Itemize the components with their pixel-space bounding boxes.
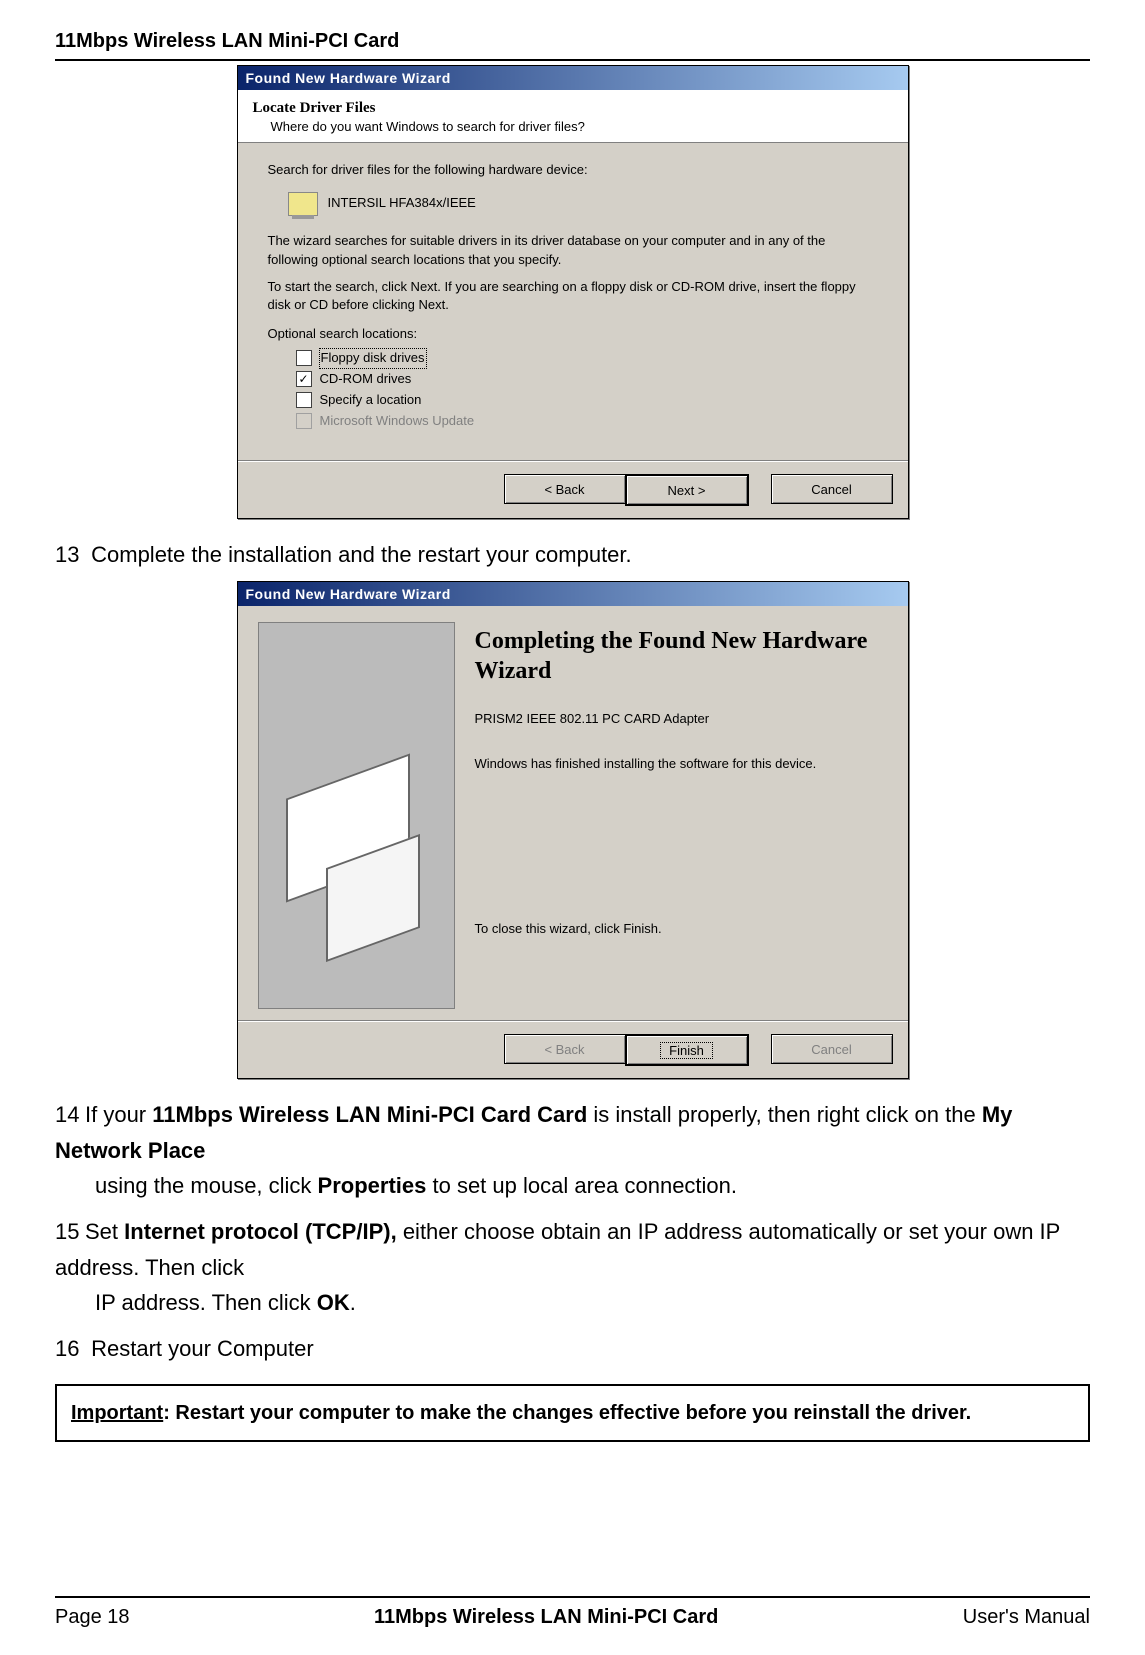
step-number: 15 xyxy=(55,1214,85,1250)
step-text: Restart your Computer xyxy=(91,1336,314,1361)
checkbox-icon xyxy=(296,392,312,408)
step-15: 15Set Internet protocol (TCP/IP), either… xyxy=(55,1214,1090,1321)
footer-divider xyxy=(55,1596,1090,1598)
checkbox-floppy[interactable]: Floppy disk drives xyxy=(296,348,878,369)
step-number: 14 xyxy=(55,1097,85,1133)
step-number: 16 xyxy=(55,1331,85,1367)
step-14: 14If your 11Mbps Wireless LAN Mini-PCI C… xyxy=(55,1097,1090,1204)
footer-doc-type: User's Manual xyxy=(963,1606,1090,1629)
wizard1-window: Found New Hardware Wizard Locate Driver … xyxy=(237,65,909,519)
wizard2-body1: Windows has finished installing the soft… xyxy=(475,756,888,771)
checkbox-label: CD-ROM drives xyxy=(320,370,412,389)
step-16: 16 Restart your Computer xyxy=(55,1331,1090,1367)
wizard2-sidebar-graphic xyxy=(258,622,455,1009)
cancel-button: Cancel xyxy=(771,1034,893,1064)
wizard1-titlebar: Found New Hardware Wizard xyxy=(238,66,908,90)
cancel-button[interactable]: Cancel xyxy=(771,474,893,504)
checkbox-label: Specify a location xyxy=(320,391,422,410)
pci-card-icon xyxy=(288,192,318,216)
checkbox-icon: ✓ xyxy=(296,371,312,387)
callout-underline: Important xyxy=(71,1402,163,1424)
checkbox-label: Floppy disk drives xyxy=(320,349,426,368)
wizard1-body2: The wizard searches for suitable drivers… xyxy=(268,232,878,270)
step-number: 13 xyxy=(55,537,85,573)
finish-button[interactable]: Finish xyxy=(625,1034,749,1066)
checkbox-label: Microsoft Windows Update xyxy=(320,412,475,431)
checkbox-specify[interactable]: Specify a location xyxy=(296,390,878,411)
doc-header-title: 11Mbps Wireless LAN Mini-PCI Card xyxy=(55,30,1090,53)
wizard1-device-row: INTERSIL HFA384x/IEEE xyxy=(288,192,878,216)
checkbox-cdrom[interactable]: ✓ CD-ROM drives xyxy=(296,369,878,390)
step-text: Complete the installation and the restar… xyxy=(91,542,632,567)
wizard1-body1: Search for driver files for the followin… xyxy=(268,161,878,180)
wizard1-body3: To start the search, click Next. If you … xyxy=(268,278,878,316)
step-13: 13 Complete the installation and the res… xyxy=(55,537,1090,573)
next-button[interactable]: Next > xyxy=(625,474,749,506)
wizard1-opt-label: Optional search locations: xyxy=(268,325,878,344)
checkbox-windows-update: Microsoft Windows Update xyxy=(296,411,878,432)
callout-text: : Restart your computer to make the chan… xyxy=(163,1402,971,1424)
checkbox-icon xyxy=(296,350,312,366)
footer-product-name: 11Mbps Wireless LAN Mini-PCI Card xyxy=(374,1606,718,1629)
wizard2-window: Found New Hardware Wizard Completing the… xyxy=(237,581,909,1079)
wizard1-device-name: INTERSIL HFA384x/IEEE xyxy=(328,194,476,213)
back-button: < Back xyxy=(504,1034,626,1064)
important-callout: Important: Restart your computer to make… xyxy=(55,1384,1090,1442)
header-divider xyxy=(55,59,1090,61)
wizard1-subheading: Where do you want Windows to search for … xyxy=(253,119,893,134)
wizard2-titlebar: Found New Hardware Wizard xyxy=(238,582,908,606)
wizard1-button-row: < Back Next > Cancel xyxy=(238,461,908,518)
wizard1-heading: Locate Driver Files xyxy=(253,100,893,117)
wizard2-body2: To close this wizard, click Finish. xyxy=(475,921,888,936)
footer-page-number: Page 18 xyxy=(55,1606,130,1629)
wizard2-heading: Completing the Found New Hardware Wizard xyxy=(475,626,888,686)
page-footer: Page 18 11Mbps Wireless LAN Mini-PCI Car… xyxy=(55,1588,1090,1629)
checkbox-icon xyxy=(296,413,312,429)
wizard2-model: PRISM2 IEEE 802.11 PC CARD Adapter xyxy=(475,711,888,726)
wizard1-header: Locate Driver Files Where do you want Wi… xyxy=(238,90,908,143)
back-button[interactable]: < Back xyxy=(504,474,626,504)
wizard2-button-row: < Back Finish Cancel xyxy=(238,1021,908,1078)
